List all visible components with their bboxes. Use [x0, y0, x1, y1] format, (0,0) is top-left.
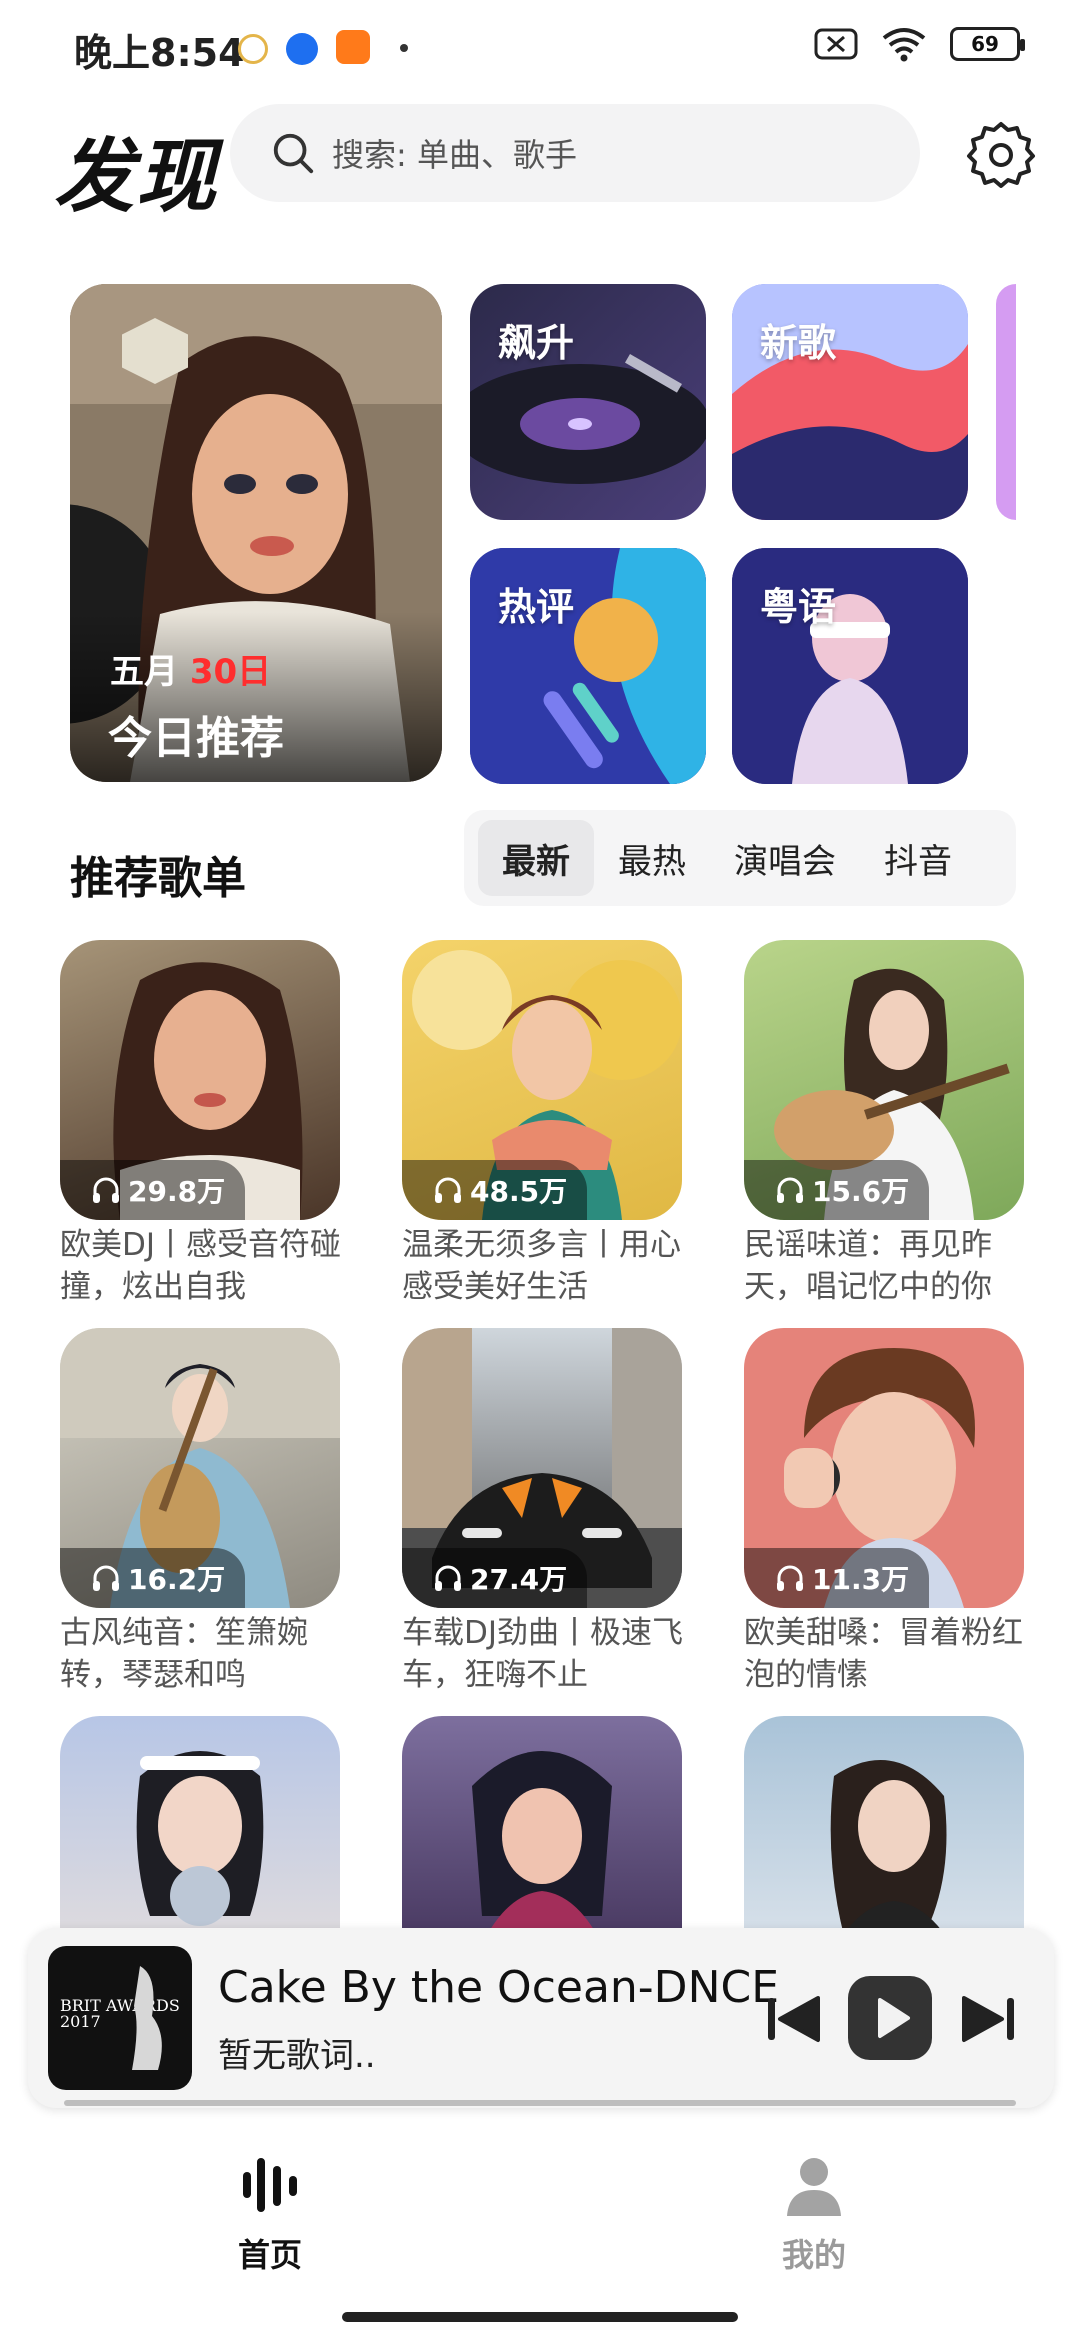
tab-douyin[interactable]: 抖音 [860, 820, 976, 896]
tab-concert[interactable]: 演唱会 [710, 820, 860, 896]
playlist-cover: 27.4万 [402, 1328, 682, 1608]
playlist-card[interactable]: 11.3万 欧美甜嗓：冒着粉红泡的情愫 [744, 1328, 1024, 1696]
daily-recommend-card[interactable]: 五月 30日 今日推荐 [70, 284, 442, 782]
player-lyric: 暂无歌词.. [218, 2036, 376, 2076]
alarm-icon [238, 34, 268, 64]
next-track-icon[interactable] [954, 1984, 1024, 2054]
play-count: 48.5万 [402, 1160, 588, 1220]
headphones-icon [93, 1177, 119, 1203]
waveform-icon [243, 2158, 297, 2212]
gear-icon[interactable] [966, 118, 1036, 188]
search-placeholder: 搜索: 单曲、歌手 [332, 136, 577, 174]
tab-latest[interactable]: 最新 [478, 820, 594, 896]
nav-label: 首页 [237, 2236, 302, 2274]
headphones-icon [777, 1565, 803, 1591]
player-progress-bar [64, 2100, 1016, 2106]
status-bar: 晚上8:54 69 [0, 0, 1080, 90]
battery-icon: 69 [950, 27, 1025, 61]
mini-player[interactable]: BRIT AWARDS 2017 Cake By the Ocean-DNCE … [28, 1928, 1054, 2108]
playlist-title: 民谣味道：再见昨天，唱记忆中的你 [744, 1227, 992, 1305]
tile-label: 飙升 [498, 321, 575, 365]
daily-title: 今日推荐 [108, 713, 284, 764]
playlist-cover: 48.5万 [402, 940, 682, 1220]
page-title: 发现 [54, 130, 218, 223]
playlist-title: 车载DJ劲曲丨极速飞车，狂嗨不止 [402, 1615, 684, 1693]
playlist-tabs: 最新 最热 演唱会 抖音 [464, 810, 1016, 906]
nav-mine[interactable]: 我的 [734, 2150, 894, 2276]
browser-icon [286, 33, 318, 65]
playlist-card[interactable]: 48.5万 温柔无须多言丨用心感受美好生活 [402, 940, 682, 1308]
tile-hot-comments[interactable]: 热评 [470, 548, 706, 784]
play-icon [878, 1998, 910, 2038]
home-indicator [342, 2312, 738, 2322]
headphones-icon [435, 1565, 461, 1591]
playlist-cover: 29.8万 [60, 940, 340, 1220]
tile-soaring[interactable]: 飙升 [470, 284, 706, 520]
player-song-title: Cake By the Ocean-DNCE [218, 1962, 779, 2013]
tile-label: 热评 [498, 585, 575, 629]
status-time: 晚上8:54 [74, 31, 245, 75]
play-count: 16.2万 [60, 1548, 246, 1608]
search-icon [273, 133, 314, 174]
search-input[interactable]: 搜索: 单曲、歌手 [230, 104, 920, 202]
bottom-nav: 首页 我的 [0, 2120, 1080, 2340]
play-count: 15.6万 [744, 1160, 930, 1220]
playlist-title: 欧美DJ丨感受音符碰撞，炫出自我 [60, 1227, 342, 1305]
nav-label: 我的 [781, 2236, 846, 2274]
playlist-cover: 15.6万 [744, 940, 1024, 1220]
tile-label: 新歌 [760, 321, 837, 365]
battery-level: 69 [971, 32, 999, 56]
play-button[interactable] [848, 1976, 932, 2060]
headphones-icon [777, 1177, 803, 1203]
playlist-title: 古风纯音：笙箫婉转，琴瑟和鸣 [60, 1615, 308, 1693]
playlist-title: 欧美甜嗓：冒着粉红泡的情愫 [744, 1615, 1023, 1693]
playlist-cover: 11.3万 [744, 1328, 1024, 1608]
tile-label: 粤语 [760, 585, 837, 629]
playlist-card[interactable]: 29.8万 欧美DJ丨感受音符碰撞，炫出自我 [60, 940, 341, 1308]
daily-month: 五月 [110, 652, 178, 692]
playlist-cover: 16.2万 [60, 1328, 340, 1608]
play-count: 11.3万 [744, 1548, 930, 1608]
headphones-icon [93, 1565, 119, 1591]
previous-track-icon[interactable] [758, 1984, 828, 2054]
player-album-cover: BRIT AWARDS 2017 [48, 1946, 192, 2090]
dot-icon [400, 44, 408, 52]
tab-hottest[interactable]: 最热 [594, 820, 710, 896]
tile-new-songs[interactable]: 新歌 [732, 284, 968, 520]
playlist-title: 温柔无须多言丨用心感受美好生活 [402, 1227, 681, 1305]
shop-app-icon [336, 30, 370, 64]
tile-cantonese[interactable]: 粤语 [732, 548, 968, 784]
sim-icon [814, 28, 858, 60]
person-icon [787, 2158, 841, 2216]
nav-home[interactable]: 首页 [190, 2150, 350, 2276]
daily-date: 五月 30日 [110, 644, 271, 693]
daily-day: 30日 [189, 652, 272, 692]
playlist-card[interactable]: 15.6万 民谣味道：再见昨天，唱记忆中的你 [744, 940, 1024, 1308]
play-count: 29.8万 [60, 1160, 246, 1220]
tile-partial[interactable] [996, 284, 1016, 520]
section-title: 推荐歌单 [70, 853, 246, 904]
playlist-card[interactable]: 27.4万 车载DJ劲曲丨极速飞车，狂嗨不止 [402, 1328, 683, 1696]
wifi-icon [882, 28, 926, 62]
playlist-card[interactable]: 16.2万 古风纯音：笙箫婉转，琴瑟和鸣 [60, 1328, 340, 1696]
play-count: 27.4万 [402, 1548, 588, 1608]
headphones-icon [435, 1177, 461, 1203]
